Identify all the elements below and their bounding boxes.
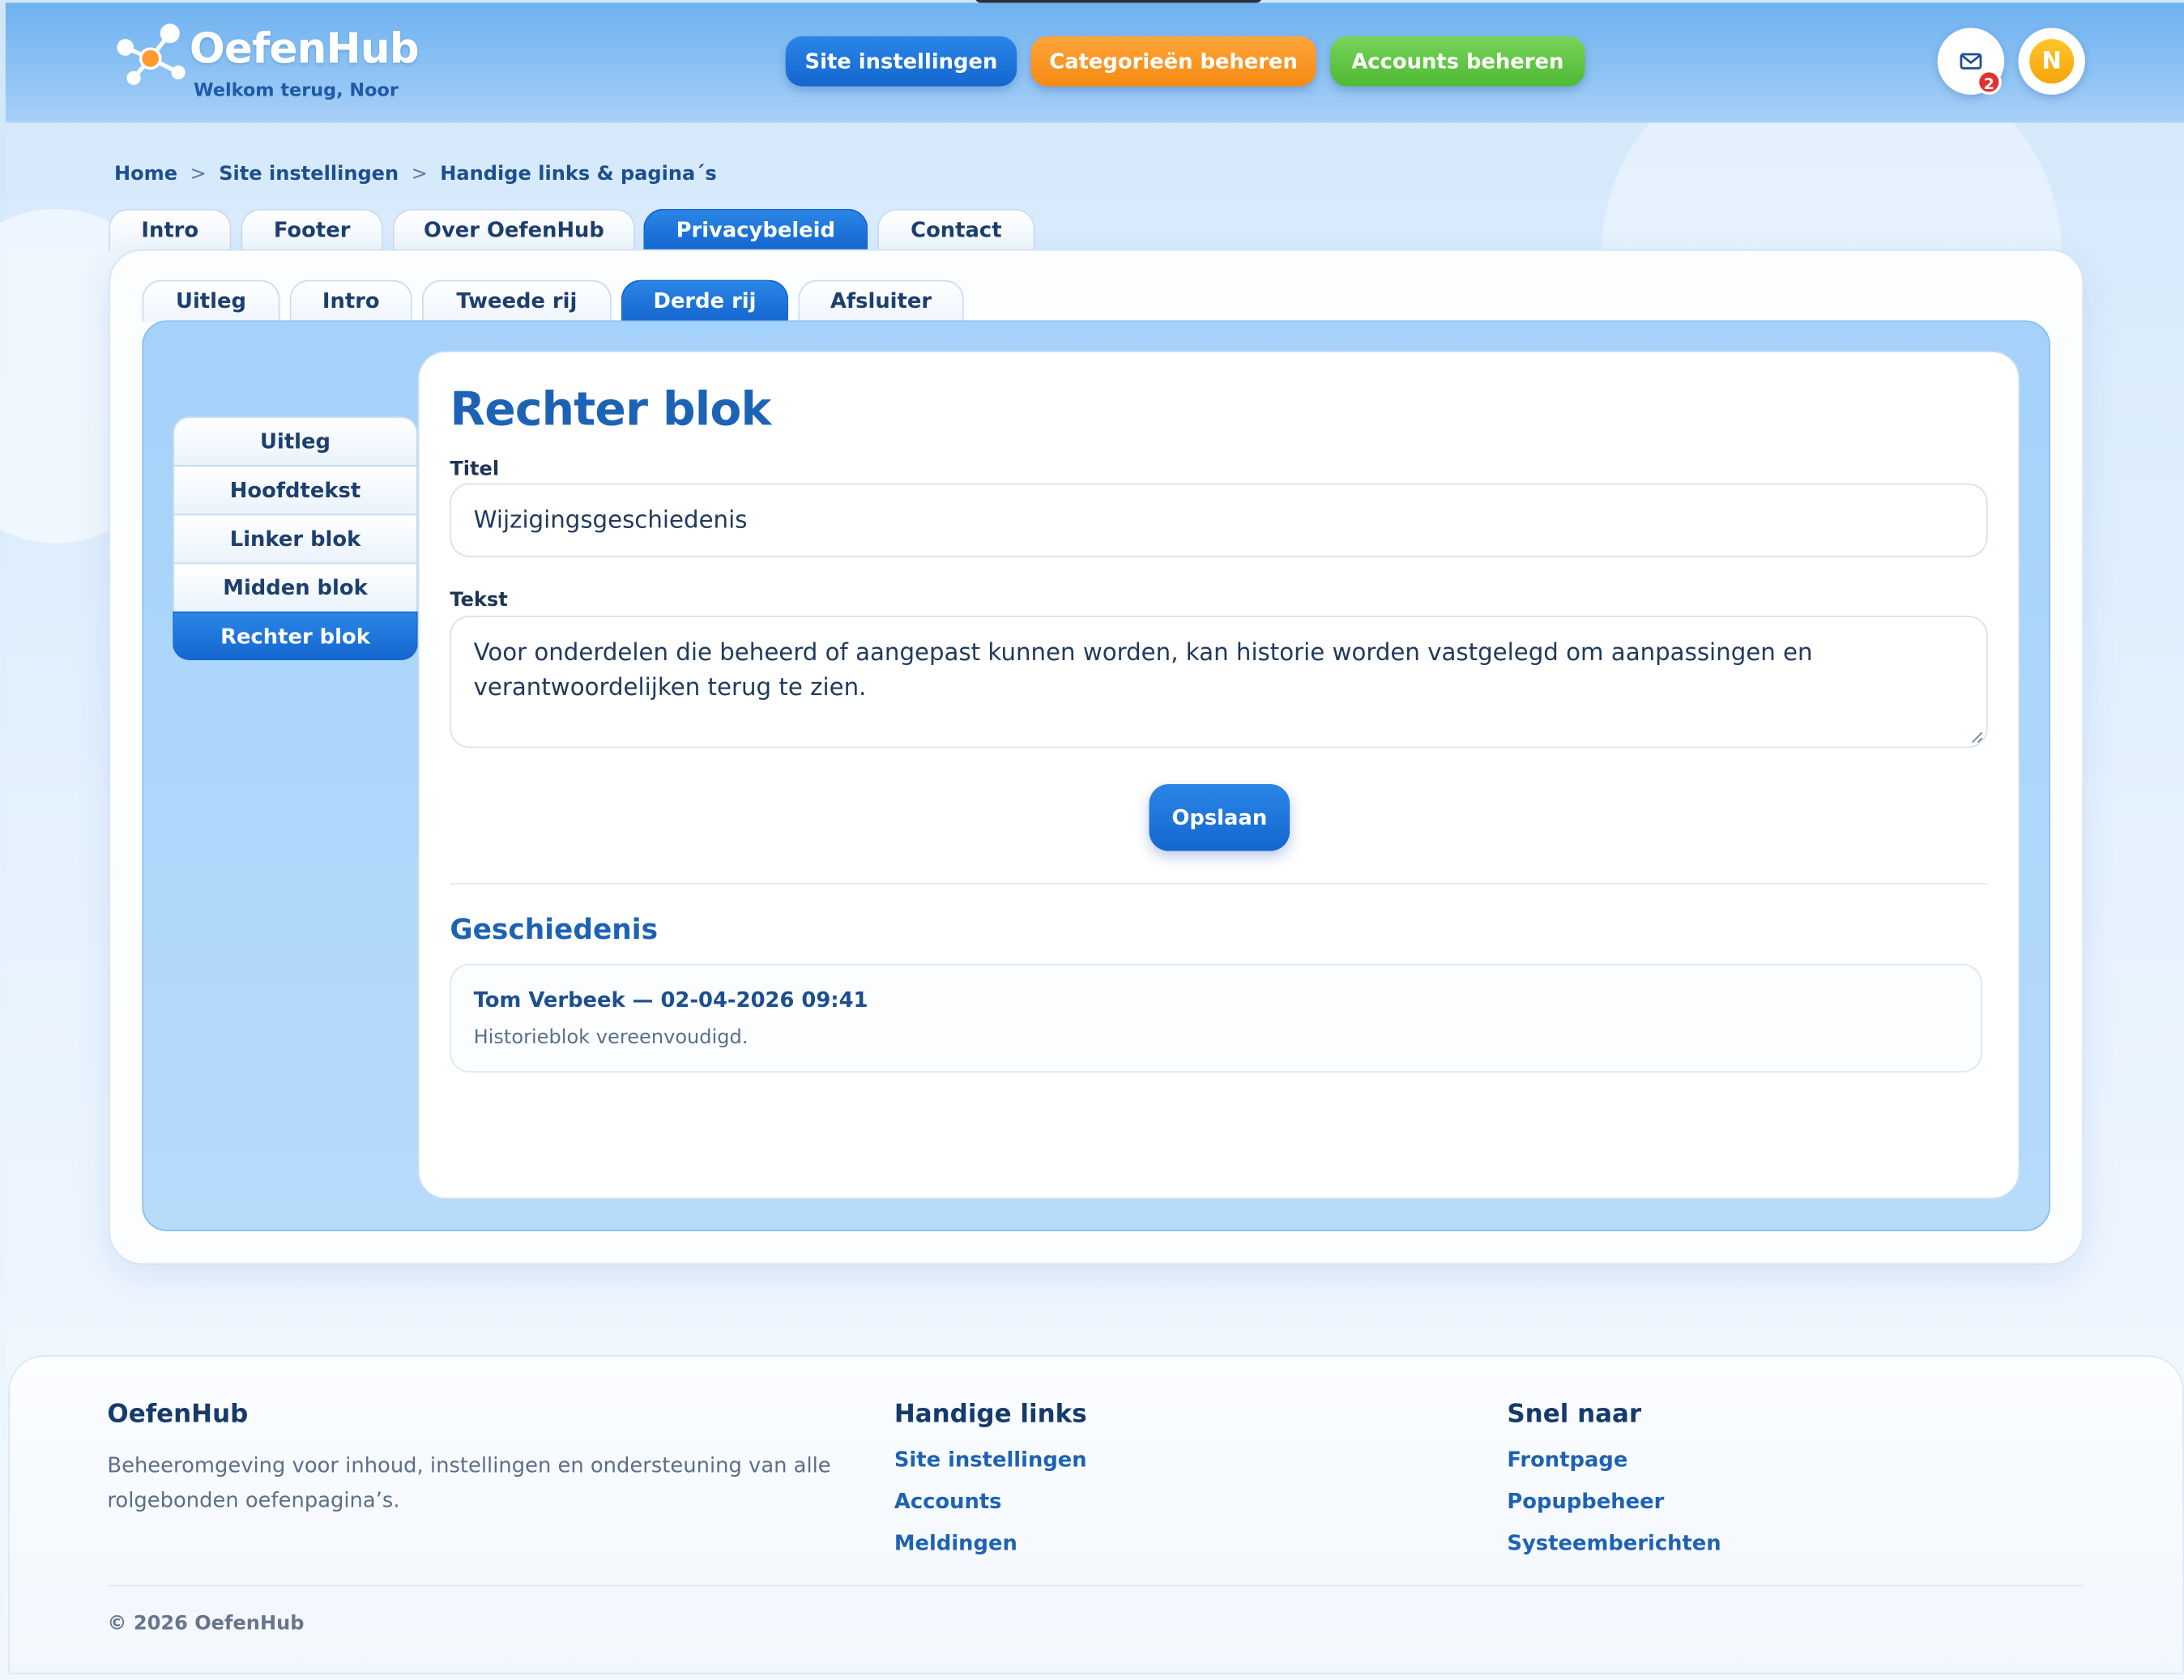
- history-heading: Geschiedenis: [450, 912, 659, 946]
- tab-footer[interactable]: Footer: [241, 208, 383, 251]
- history-entry-body: Historieblok vereenvoudigd.: [473, 1026, 749, 1049]
- footer-quick-title: Snel naar: [1507, 1399, 1642, 1430]
- subtab-uitleg[interactable]: Uitleg: [142, 279, 280, 322]
- title-input[interactable]: Wijzigingsgeschiedenis: [450, 483, 1988, 557]
- side-item-rechter-blok[interactable]: Rechter blok: [173, 611, 418, 660]
- side-item-midden-blok[interactable]: Midden blok: [173, 562, 418, 612]
- side-item-uitleg[interactable]: Uitleg: [173, 416, 418, 466]
- manage-categories-button[interactable]: Categorieën beheren: [1030, 36, 1316, 87]
- tab-contact[interactable]: Contact: [877, 208, 1035, 251]
- tab-privacybeleid[interactable]: Privacybeleid: [643, 208, 868, 251]
- subtab-derde-rij[interactable]: Derde rij: [621, 279, 789, 322]
- side-item-linker-blok[interactable]: Linker blok: [173, 514, 418, 563]
- logo-icon[interactable]: [109, 17, 192, 89]
- side-item-hoofdtekst[interactable]: Hoofdtekst: [173, 465, 418, 514]
- breadcrumb-home[interactable]: Home: [114, 163, 177, 185]
- footer-link-site-settings[interactable]: Site instellingen: [894, 1447, 1087, 1472]
- subtab-afsluiter[interactable]: Afsluiter: [798, 279, 964, 322]
- breadcrumb-current: Handige links & pagina´s: [440, 163, 717, 185]
- history-entry-header: Tom Verbeek — 02-04-2026 09:41: [473, 987, 868, 1013]
- unread-badge: 2: [1976, 69, 2002, 95]
- footer-about-text: Beheeromgeving voor inhoud, instellingen…: [107, 1452, 831, 1513]
- mail-icon: [1960, 53, 1982, 70]
- footer-link-systeemberichten[interactable]: Systeemberichten: [1507, 1531, 1721, 1556]
- breadcrumb-separator: >: [411, 163, 428, 185]
- text-textarea[interactable]: Voor onderdelen die beheerd of aangepast…: [450, 615, 1988, 748]
- tab-over-oefenhub[interactable]: Over OefenHub: [392, 208, 636, 251]
- text-label: Tekst: [450, 589, 508, 612]
- user-menu-button[interactable]: N: [2018, 28, 2085, 95]
- footer-about-title: OefenHub: [107, 1399, 249, 1430]
- breadcrumb-site-settings[interactable]: Site instellingen: [219, 163, 399, 185]
- footer-links-title: Handige links: [894, 1399, 1087, 1430]
- title-label: Titel: [450, 458, 500, 481]
- tab-intro[interactable]: Intro: [109, 208, 232, 251]
- side-menu: Uitleg Hoofdtekst Linker blok Midden blo…: [173, 416, 418, 660]
- history-entry: Tom Verbeek — 02-04-2026 09:41 Historieb…: [450, 963, 1982, 1072]
- copyright: © 2026 OefenHub: [107, 1613, 305, 1635]
- subtab-tweede-rij[interactable]: Tweede rij: [421, 279, 612, 322]
- section-divider: [450, 883, 1988, 885]
- save-button[interactable]: Opslaan: [1149, 784, 1290, 851]
- avatar: N: [2029, 39, 2075, 84]
- footer-link-popupbeheer[interactable]: Popupbeheer: [1507, 1489, 1664, 1514]
- footer-link-meldingen[interactable]: Meldingen: [894, 1531, 1017, 1556]
- resize-grip-icon[interactable]: [1971, 731, 1983, 744]
- messages-button[interactable]: 2: [1937, 28, 2005, 95]
- text-textarea-value: Voor onderdelen die beheerd of aangepast…: [473, 639, 1813, 702]
- breadcrumb-separator: >: [190, 163, 207, 185]
- site-settings-button[interactable]: Site instellingen: [785, 36, 1017, 87]
- footer-divider: [107, 1584, 2084, 1587]
- page: OefenHub Welkom terug, Noor Site instell…: [0, 0, 2184, 1680]
- brand-name[interactable]: OefenHub: [190, 25, 420, 74]
- editor-heading: Rechter blok: [450, 382, 771, 437]
- footer-link-accounts[interactable]: Accounts: [894, 1489, 1002, 1514]
- footer-link-frontpage[interactable]: Frontpage: [1507, 1447, 1627, 1472]
- welcome-text: Welkom terug, Noor: [193, 80, 399, 102]
- subtab-intro[interactable]: Intro: [289, 279, 412, 322]
- manage-accounts-button[interactable]: Accounts beheren: [1330, 36, 1585, 87]
- breadcrumb: Home > Site instellingen > Handige links & p…: [114, 163, 717, 185]
